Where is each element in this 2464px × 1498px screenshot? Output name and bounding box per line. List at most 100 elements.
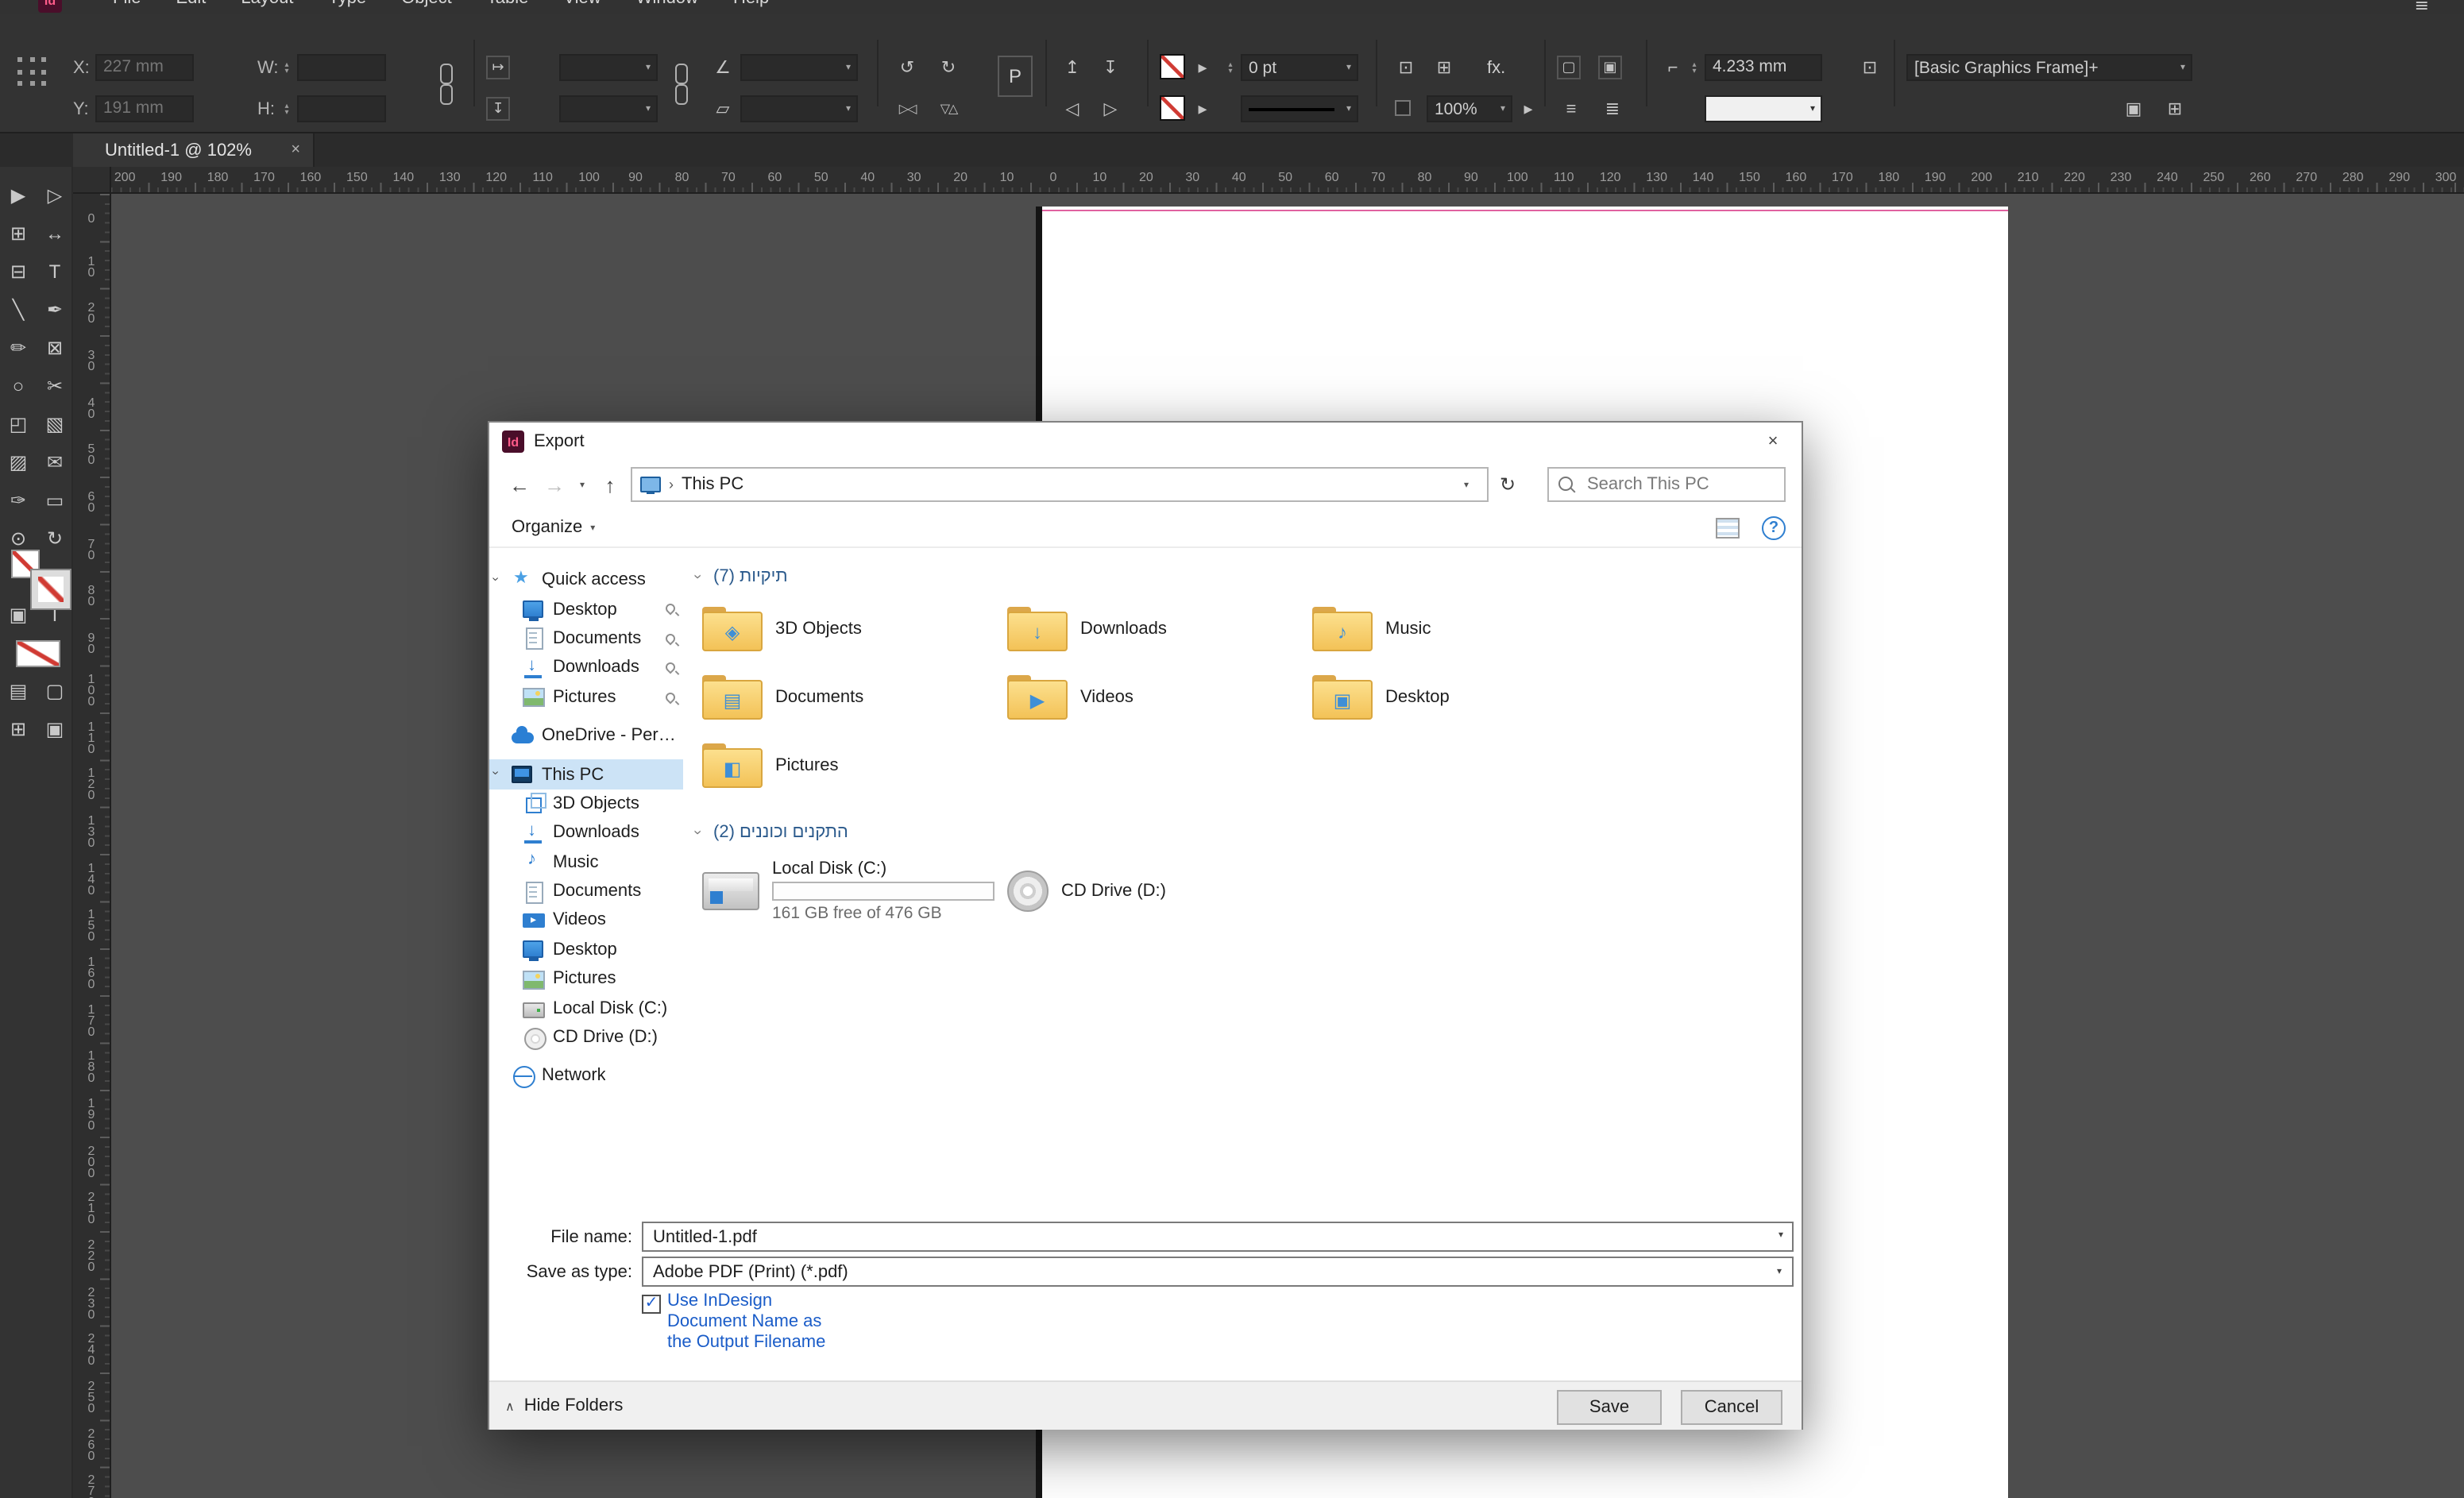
expander-icon[interactable]: › <box>489 771 504 775</box>
dialog-title-bar[interactable]: Id Export × <box>489 423 1802 461</box>
h-stepper[interactable]: ▴▾ <box>280 95 294 122</box>
wrap-around-icon[interactable]: ▣ <box>1598 56 1622 79</box>
gap-tool[interactable]: ↔ <box>39 218 71 249</box>
vertical-ruler[interactable]: 0102030405060708090100110120130140150160… <box>73 194 111 1498</box>
workspace-menu-icon[interactable]: ≣ <box>2415 0 2429 14</box>
back-button[interactable]: ← <box>502 467 537 502</box>
flip-horizontal-pair-icon[interactable]: ▷◁ <box>893 95 921 122</box>
address-bar[interactable]: › This PC ▾ <box>631 467 1489 502</box>
recent-locations-icon[interactable]: ▾ <box>572 467 593 502</box>
menu-item[interactable]: Edit <box>158 0 223 14</box>
stroke-color-swatch[interactable] <box>1160 54 1185 79</box>
menu-item[interactable]: Table <box>469 0 546 14</box>
Videos[interactable]: › Videos <box>489 906 683 936</box>
rectangle-frame-tool[interactable]: ⊠ <box>39 332 71 364</box>
group-collapse-icon[interactable]: › <box>690 830 706 835</box>
eyedropper-tool[interactable]: ✑ <box>2 485 34 516</box>
line-tool[interactable]: ╲ <box>2 294 34 326</box>
menu-item[interactable]: Type <box>311 0 384 14</box>
tab-close-icon[interactable]: × <box>291 141 300 159</box>
align-left-icon[interactable]: ≡ <box>1557 95 1585 122</box>
width-field[interactable] <box>297 54 386 81</box>
free-transform-tool[interactable]: ◰ <box>2 408 34 440</box>
change-view-icon[interactable] <box>1716 517 1740 538</box>
fit-content-icon[interactable]: ⊡ <box>1392 54 1420 81</box>
refresh-button[interactable]: ↻ <box>1489 467 1527 502</box>
Videos[interactable]: ▶ Videos <box>1001 662 1306 731</box>
scissors-tool[interactable]: ✂ <box>39 370 71 402</box>
Pictures[interactable]: ◧ Pictures <box>696 731 1001 799</box>
save-button[interactable]: Save <box>1557 1390 1662 1425</box>
ellipse-frame-tool[interactable]: ○ <box>2 370 34 402</box>
opacity-panel-icon[interactable]: ▸ <box>1514 95 1543 122</box>
x-position-field[interactable]: 227 mm <box>95 54 194 81</box>
use-indesign-name-label[interactable]: Use InDesignDocument Name asthe Output F… <box>667 1291 825 1353</box>
fit-frame-icon[interactable]: ⊞ <box>1430 54 1458 81</box>
stroke-style-dropdown[interactable]: ▾ <box>1241 95 1358 122</box>
pencil-tool[interactable]: ✏ <box>2 332 34 364</box>
Desktop[interactable]: ▣ Desktop <box>1306 662 1611 731</box>
Downloads[interactable]: ↓ Downloads <box>1001 594 1306 662</box>
flip-horizontal-icon[interactable]: ↦ <box>486 56 510 79</box>
note-tool[interactable]: ✉ <box>39 446 71 478</box>
menu-item[interactable]: Help <box>716 0 786 14</box>
document-tab[interactable]: Untitled-1 @ 102% × <box>73 133 315 167</box>
breadcrumb-chevron-icon[interactable]: › <box>669 477 674 492</box>
breadcrumb[interactable]: This PC <box>682 475 743 494</box>
wrap-none-icon[interactable]: ▢ <box>1557 56 1581 79</box>
up-button[interactable]: ↑ <box>593 467 628 502</box>
file-name-dropdown-icon[interactable]: ▾ <box>1768 1222 1794 1252</box>
menu-item[interactable]: Layout <box>223 0 311 14</box>
search-input[interactable] <box>1547 467 1786 502</box>
flip-vertical-pair-icon[interactable]: ▽△ <box>934 95 963 122</box>
gradient-swatch-tool[interactable]: ▧ <box>39 408 71 440</box>
corner-radius-field[interactable]: 4.233 mm <box>1705 54 1822 81</box>
screen-mode-icon[interactable]: ▣ <box>39 713 71 745</box>
Documents[interactable]: › Documents <box>489 877 683 906</box>
rotate-ccw-icon[interactable]: ↺ <box>893 54 921 81</box>
Local Disk (C:)[interactable]: › Local Disk (C:) <box>489 994 683 1023</box>
view-options-icon[interactable]: ▤ <box>2 675 34 707</box>
rotation-angle-field[interactable]: ▾ <box>740 54 858 81</box>
fill-stroke-swatches[interactable] <box>3 545 70 608</box>
content-collector-tool[interactable]: ⊟ <box>2 256 34 288</box>
Music[interactable]: › Music <box>489 847 683 877</box>
page-tool[interactable]: ⊞ <box>2 218 34 249</box>
help-icon[interactable]: ? <box>1762 515 1786 539</box>
select-next-object-icon[interactable]: ▷ <box>1096 95 1125 122</box>
type-tool[interactable]: T <box>39 256 71 288</box>
Pictures[interactable]: › Pictures <box>489 964 683 994</box>
folders-group-header[interactable]: › תיקיות (7) <box>696 562 1798 591</box>
Desktop[interactable]: › Desktop <box>489 935 683 964</box>
ruler-origin-box[interactable] <box>73 167 111 194</box>
address-dropdown-icon[interactable]: ▾ <box>1454 479 1479 490</box>
direct-selection-tool[interactable]: ▷ <box>39 180 71 211</box>
Downloads[interactable]: › Downloads <box>489 653 683 682</box>
menu-item[interactable]: File <box>95 0 158 14</box>
hide-folders-button[interactable]: ∧ Hide Folders <box>505 1396 623 1415</box>
measure-tool[interactable]: ▭ <box>39 485 71 516</box>
forward-button[interactable]: → <box>537 467 572 502</box>
Documents[interactable]: ▤ Documents <box>696 662 1001 731</box>
effects-button[interactable]: fx. <box>1487 59 1505 78</box>
w-stepper[interactable]: ▴▾ <box>280 54 294 81</box>
y-position-field[interactable]: 191 mm <box>95 95 194 122</box>
shear-angle-field[interactable]: ▾ <box>740 95 858 122</box>
menu-item[interactable]: Window <box>619 0 716 14</box>
devices-group-header[interactable]: › התקנים וכוננים (2) <box>696 818 1798 847</box>
select-previous-object-icon[interactable]: ◁ <box>1058 95 1087 122</box>
apply-none-swatch[interactable] <box>3 639 70 667</box>
Downloads[interactable]: › Downloads <box>489 818 683 847</box>
menu-item[interactable]: Object <box>384 0 469 14</box>
CD Drive (D:)[interactable]: CD Drive (D:) <box>1001 853 1306 929</box>
select-container-icon[interactable]: ↥ <box>1058 54 1087 81</box>
Desktop[interactable]: › Desktop <box>489 595 683 624</box>
OneDrive - Personal[interactable]: › OneDrive - Personal <box>489 721 683 751</box>
frame-fitting-options-icon[interactable]: ⊡ <box>1856 54 1884 81</box>
gradient-feather-tool[interactable]: ▨ <box>2 446 34 478</box>
corner-options-icon[interactable]: ⌐ <box>1659 54 1687 81</box>
pen-tool[interactable]: ✒ <box>39 294 71 326</box>
organize-button[interactable]: Organize ▾ <box>489 518 595 537</box>
save-as-type-dropdown[interactable]: Adobe PDF (Print) (*.pdf) ▾ <box>642 1257 1794 1287</box>
constrain-dimensions-icon[interactable] <box>438 64 451 105</box>
